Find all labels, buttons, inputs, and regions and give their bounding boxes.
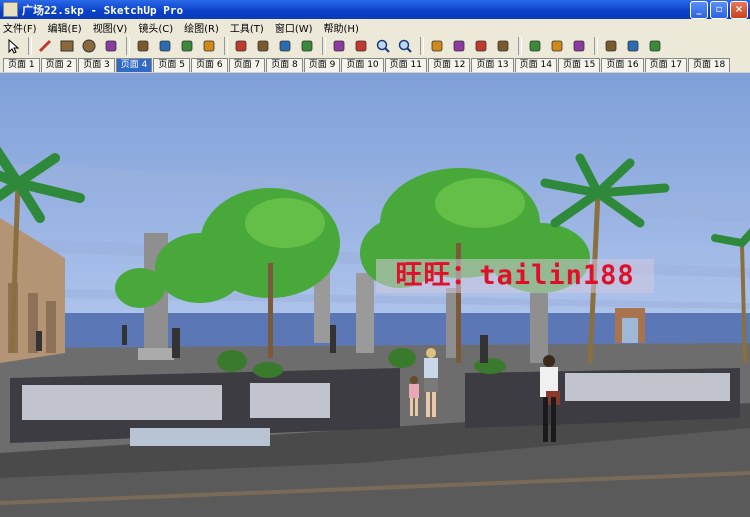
tape-measure-icon[interactable]	[427, 37, 446, 56]
push-pull-icon[interactable]	[199, 37, 218, 56]
page-tab[interactable]: 页面 3	[78, 58, 115, 72]
menu-item[interactable]: 工具(T)	[227, 20, 272, 35]
shrub	[253, 362, 283, 378]
shrub	[388, 348, 416, 368]
zoom-extents-icon[interactable]	[395, 37, 414, 56]
components-icon[interactable]	[645, 37, 664, 56]
waterfall	[250, 383, 330, 418]
paint-bucket-icon[interactable]	[177, 37, 196, 56]
watermark-text: 旺旺：tailin188	[376, 259, 654, 293]
page-tab[interactable]: 页面 15	[557, 58, 601, 72]
toolbar	[0, 35, 750, 57]
rotate-icon[interactable]	[253, 37, 272, 56]
page-tab[interactable]: 页面 2	[40, 58, 78, 72]
pencil-icon[interactable]	[35, 37, 54, 56]
zoom-icon[interactable]	[373, 37, 392, 56]
page-tab[interactable]: 页面 16	[601, 58, 644, 72]
page-tab[interactable]: 页面 14	[514, 58, 557, 72]
column	[356, 273, 374, 353]
toolbar-separator	[126, 37, 130, 55]
get-models-icon[interactable]	[601, 37, 620, 56]
page-tab[interactable]: 页面 1	[3, 58, 40, 72]
menu-item[interactable]: 帮助(H)	[321, 20, 367, 35]
waterfall	[22, 385, 222, 420]
rectangle-icon[interactable]	[57, 37, 76, 56]
menu-item[interactable]: 绘图(R)	[181, 20, 227, 35]
menu-bar: 文件(F) 编辑(E) 视图(V) 镜头(C) 绘图(R) 工具(T) 窗口(W) 帮助(H)	[0, 19, 750, 35]
move-icon[interactable]	[231, 37, 250, 56]
menu-item[interactable]: 编辑(E)	[45, 20, 90, 35]
maximize-button[interactable]: ▫	[710, 1, 728, 19]
page-tab[interactable]: 页面 11	[384, 58, 427, 72]
page-tab[interactable]: 页面 18	[687, 58, 731, 72]
make-component-icon[interactable]	[133, 37, 152, 56]
pan-icon[interactable]	[351, 37, 370, 56]
menu-item[interactable]: 视图(V)	[90, 20, 136, 35]
close-button[interactable]: ×	[730, 1, 748, 19]
eraser-icon[interactable]	[155, 37, 174, 56]
toolbar-separator	[594, 37, 598, 55]
page-tab[interactable]: 页面 12	[428, 58, 471, 72]
window-title: 广场22.skp - SketchUp Pro	[22, 3, 184, 17]
column	[530, 283, 548, 363]
offset-icon[interactable]	[297, 37, 316, 56]
toolbar-separator	[28, 37, 32, 55]
title-bar: 广场22.skp - SketchUp Pro _ ▫ ×	[0, 0, 750, 19]
arc-icon[interactable]	[101, 37, 120, 56]
waterfall	[565, 373, 730, 401]
select-icon[interactable]	[3, 37, 22, 56]
axes-icon[interactable]	[493, 37, 512, 56]
toolbar-separator	[518, 37, 522, 55]
toolbar-separator	[224, 37, 228, 55]
page-tab[interactable]: 页面 13	[471, 58, 514, 72]
minimize-button[interactable]: _	[690, 1, 708, 19]
page-tab[interactable]: 页面 9	[303, 58, 341, 72]
page-tab[interactable]: 页面 8	[266, 58, 303, 72]
walk-icon[interactable]	[525, 37, 544, 56]
menu-item[interactable]: 窗口(W)	[272, 20, 321, 35]
shrub	[474, 358, 506, 374]
shrub	[217, 350, 247, 372]
page-tabs: 页面 1 页面 2 页面 3 页面 4 页面 5 页面 6 页面 7 页面 8 页面 9 页面 1…	[0, 57, 750, 72]
menu-item[interactable]: 镜头(C)	[135, 20, 181, 35]
sketchup-app-icon[interactable]	[3, 2, 18, 17]
page-tab[interactable]: 页面 5	[153, 58, 190, 72]
page-tab[interactable]: 页面 6	[190, 58, 228, 72]
scene-render	[0, 73, 750, 517]
page-tab[interactable]: 页面 17	[644, 58, 687, 72]
circle-icon[interactable]	[79, 37, 98, 56]
3d-viewport[interactable]: 旺旺：tailin188	[0, 73, 750, 517]
pool	[130, 428, 270, 446]
tree-trunk	[268, 263, 273, 358]
follow-me-icon[interactable]	[275, 37, 294, 56]
page-tab[interactable]: 页面 4	[115, 58, 153, 72]
page-tab[interactable]: 页面 7	[228, 58, 266, 72]
toolbar-separator	[420, 37, 424, 55]
position-camera-icon[interactable]	[547, 37, 566, 56]
look-around-icon[interactable]	[569, 37, 588, 56]
orbit-icon[interactable]	[329, 37, 348, 56]
protractor-icon[interactable]	[471, 37, 490, 56]
menu-item[interactable]: 文件(F)	[0, 20, 45, 35]
share-model-icon[interactable]	[623, 37, 642, 56]
toolbar-separator	[322, 37, 326, 55]
page-tab[interactable]: 页面 10	[341, 58, 384, 72]
dimension-icon[interactable]	[449, 37, 468, 56]
